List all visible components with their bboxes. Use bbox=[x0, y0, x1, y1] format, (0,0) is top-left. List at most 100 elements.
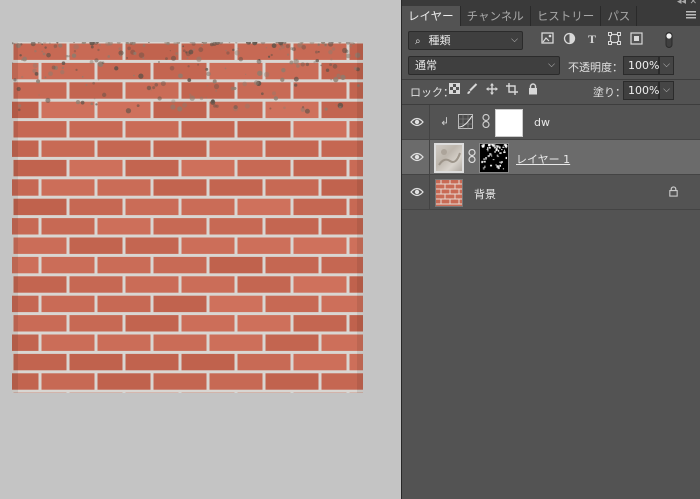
grime-speck bbox=[201, 44, 204, 47]
brick bbox=[265, 373, 319, 390]
layer-mask-thumbnail[interactable] bbox=[479, 143, 509, 173]
layer-thumbnail[interactable] bbox=[435, 179, 463, 207]
tab-paths[interactable]: パス bbox=[601, 6, 638, 26]
brick bbox=[69, 237, 123, 254]
layer-name[interactable]: 背景 bbox=[474, 186, 496, 202]
layer-row-background[interactable]: 背景 bbox=[402, 175, 700, 210]
lock-row: ロック： 塗り： 100% ⌵ bbox=[402, 81, 700, 101]
lock-artboard-icon[interactable] bbox=[505, 83, 519, 97]
fill-input[interactable]: 100% bbox=[623, 81, 659, 100]
brick bbox=[237, 159, 291, 177]
layer-mask-thumbnail[interactable] bbox=[495, 109, 523, 137]
blend-row: 通常 ⌵ 不透明度： 100% ⌵ bbox=[402, 56, 700, 76]
opacity-input[interactable]: 100% bbox=[623, 56, 659, 75]
grime-speck bbox=[53, 44, 58, 48]
grime-speck bbox=[324, 107, 328, 111]
brick bbox=[237, 353, 291, 371]
filter-kind-value: 種類 bbox=[428, 34, 451, 47]
mask-speck bbox=[503, 144, 506, 146]
brick bbox=[237, 121, 291, 138]
mask-link-icon[interactable] bbox=[468, 148, 476, 166]
tab-channels[interactable]: チャンネル bbox=[461, 6, 531, 26]
mask-speck bbox=[487, 155, 490, 158]
grime-speck bbox=[182, 102, 188, 108]
brick bbox=[125, 121, 179, 138]
brick bbox=[41, 295, 95, 313]
visibility-eye-icon[interactable] bbox=[410, 116, 424, 128]
grime-speck bbox=[138, 73, 144, 79]
grime-speck bbox=[178, 73, 183, 79]
grime-speck bbox=[189, 95, 195, 101]
filter-shape-icon[interactable] bbox=[607, 32, 621, 46]
lock-transparent-pixels-icon[interactable] bbox=[447, 83, 461, 97]
grime-speck bbox=[317, 43, 321, 46]
grime-speck bbox=[188, 93, 192, 97]
brick bbox=[153, 179, 207, 196]
tab-layers[interactable]: レイヤー bbox=[402, 6, 461, 26]
grime-speck bbox=[175, 52, 179, 55]
mask-speck bbox=[498, 149, 500, 152]
grime-speck bbox=[332, 64, 338, 69]
layer-thumbnail[interactable] bbox=[434, 143, 464, 173]
brick bbox=[181, 353, 235, 371]
brick bbox=[293, 121, 347, 138]
fill-dropdown-button[interactable]: ⌵ bbox=[659, 81, 674, 100]
mask-speck bbox=[504, 149, 506, 152]
brick bbox=[125, 353, 179, 371]
layer-row-dw[interactable]: ↲ dw bbox=[402, 105, 700, 140]
mask-speck bbox=[491, 144, 494, 146]
brick bbox=[41, 373, 95, 390]
grime-speck bbox=[258, 58, 261, 61]
filter-adjustment-icon[interactable] bbox=[562, 32, 576, 46]
grime-speck bbox=[157, 61, 160, 64]
brick bbox=[209, 62, 263, 80]
mask-link-icon[interactable] bbox=[482, 113, 490, 131]
fill-label: 塗り： bbox=[593, 86, 626, 99]
layer-name[interactable]: dw bbox=[534, 116, 550, 129]
grime-speck bbox=[126, 57, 128, 59]
grime-speck bbox=[345, 53, 351, 59]
grime-speck bbox=[44, 76, 47, 79]
brick bbox=[153, 373, 207, 390]
mask-speck bbox=[495, 148, 498, 152]
grime-speck bbox=[328, 49, 333, 55]
brick bbox=[125, 315, 179, 332]
document-canvas[interactable] bbox=[12, 42, 363, 393]
layer-filter-row: ⌕ 種類 ⌵ T bbox=[402, 30, 700, 52]
grime-speck bbox=[44, 46, 47, 49]
layer-name[interactable]: レイヤー 1 bbox=[516, 151, 570, 167]
grime-speck bbox=[267, 55, 271, 58]
grime-speck bbox=[61, 66, 65, 70]
blend-mode-select[interactable]: 通常 ⌵ bbox=[408, 56, 560, 75]
visibility-eye-icon[interactable] bbox=[410, 186, 424, 198]
tab-history[interactable]: ヒストリー bbox=[531, 6, 602, 26]
opacity-dropdown-button[interactable]: ⌵ bbox=[659, 56, 674, 75]
grime-speck bbox=[285, 44, 290, 49]
grime-speck bbox=[270, 53, 273, 57]
filter-type-icon[interactable]: T bbox=[585, 32, 599, 46]
filter-kind-select[interactable]: ⌕ 種類 ⌵ bbox=[408, 31, 523, 50]
filter-pixel-icon[interactable] bbox=[540, 32, 554, 46]
grime-speck bbox=[198, 47, 204, 53]
grime-speck bbox=[81, 42, 84, 45]
brick bbox=[13, 315, 67, 332]
grime-speck bbox=[133, 74, 135, 77]
grime-speck bbox=[294, 83, 298, 87]
layer-row-layer1[interactable]: レイヤー 1 bbox=[402, 140, 700, 175]
document-canvas-area[interactable] bbox=[0, 0, 401, 499]
brick bbox=[153, 218, 207, 235]
grime-speck bbox=[291, 47, 296, 52]
grime-speck bbox=[196, 56, 202, 62]
panel-menu-icon[interactable] bbox=[686, 10, 696, 20]
brick bbox=[293, 82, 347, 99]
filter-toggle-icon[interactable] bbox=[662, 32, 676, 48]
lock-position-icon[interactable] bbox=[485, 83, 499, 97]
grime-speck bbox=[305, 62, 310, 67]
lock-image-pixels-icon[interactable] bbox=[465, 83, 479, 97]
filter-smartobject-icon[interactable] bbox=[629, 32, 643, 46]
lock-all-icon[interactable] bbox=[526, 83, 540, 97]
brick bbox=[321, 218, 363, 235]
grime-speck bbox=[80, 100, 85, 105]
visibility-eye-icon[interactable] bbox=[410, 151, 424, 163]
grime-speck bbox=[301, 106, 305, 109]
